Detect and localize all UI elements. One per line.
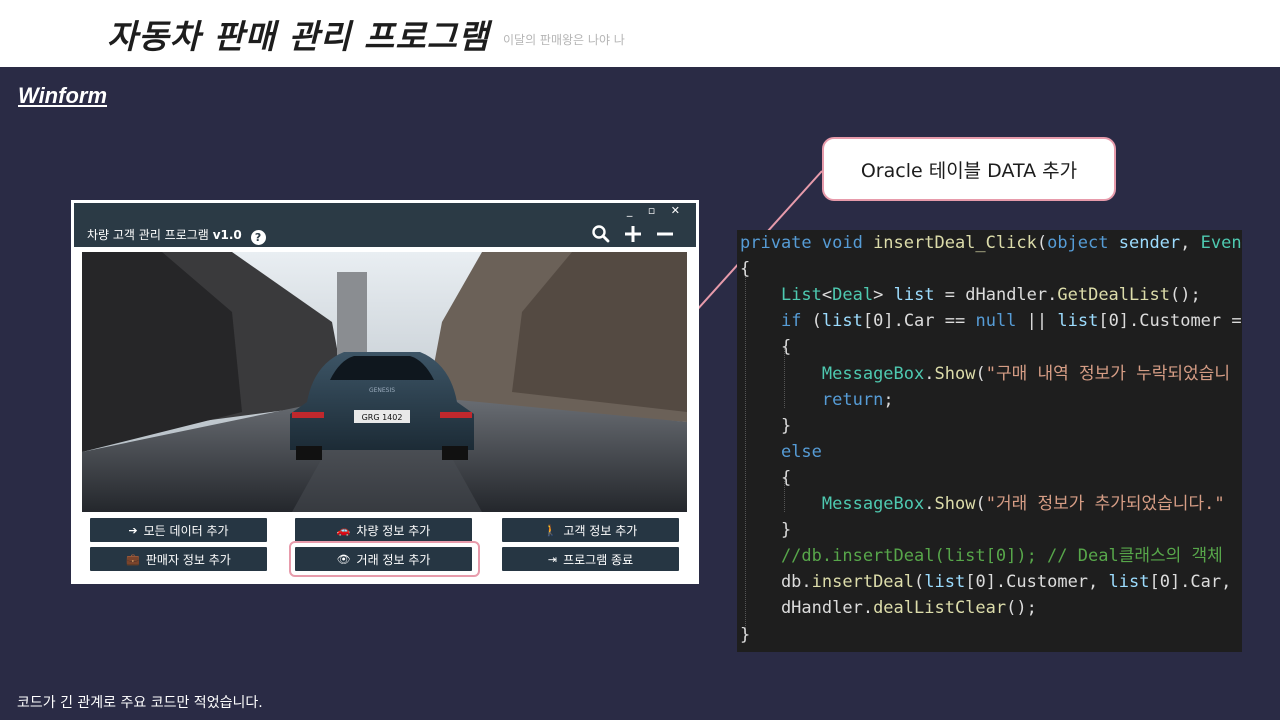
window-version: v1.0 (212, 228, 242, 242)
window-titlebar: 차량 고객 관리 프로그램 v1.0 ? (74, 220, 696, 247)
briefcase-icon: 💼 (126, 552, 140, 566)
window-controls[interactable]: _ ▫ ✕ (627, 204, 686, 217)
car-badge: GENESIS (369, 387, 395, 394)
code-line: } (740, 520, 792, 541)
code-panel: private void insertDeal_Click(object sen… (737, 230, 1242, 652)
code-line: MessageBox.Show("거래 정보가 추가되었습니다." (821, 494, 1225, 514)
sign-out-icon: ⇥ (547, 552, 558, 566)
help-icon[interactable]: ? (250, 230, 266, 245)
code-line: dHandler.dealListClear(); (740, 598, 1037, 619)
code-line: private void insertDeal_Click(object sen… (740, 233, 1242, 253)
add-customer-info-button[interactable]: 🚶 고객 정보 추가 (502, 518, 679, 542)
code-line: db.insertDeal(list[0].Customer, list[0].… (740, 572, 1242, 593)
slide-title: 자동차 판매 관리 프로그램 (107, 17, 490, 56)
slide-subtitle: 이달의 판매왕은 나야 나 (503, 33, 625, 47)
code-line: } (740, 624, 751, 645)
deal-button-highlight (289, 541, 480, 577)
person-icon: 🚶 (543, 523, 558, 537)
car-photo: GRG 1402 GENESIS (82, 252, 687, 512)
code-line: } (740, 415, 792, 436)
code-line: MessageBox.Show("구매 내역 정보가 누락되었습니 (821, 363, 1230, 384)
search-icon[interactable] (590, 223, 612, 245)
footer-note: 코드가 긴 관계로 주요 코드만 적었습니다. (17, 695, 263, 711)
slide-header: 자동차 판매 관리 프로그램 이달의 판매왕은 나야 나 (0, 0, 1280, 67)
window-title: 차량 고객 관리 프로그램 v1.0 ? (87, 226, 266, 245)
code-line: //db.insertDeal(list[0]); // Deal클래스의 객체 (740, 546, 1233, 567)
car-icon: 🚗 (336, 523, 351, 537)
add-seller-info-button[interactable]: 💼 판매자 정보 추가 (90, 547, 267, 571)
code-line: { (740, 467, 792, 488)
section-label: Winform (18, 83, 108, 108)
code-line: if (list[0].Car == null || list[0].Custo… (780, 311, 1242, 332)
window-topbar: _ ▫ ✕ (74, 203, 696, 220)
license-plate: GRG 1402 (362, 413, 403, 422)
code-line: return; (821, 389, 894, 410)
callout-box: Oracle 테이블 DATA 추가 (822, 137, 1116, 201)
minus-icon[interactable] (654, 223, 676, 245)
code-line: else (780, 441, 822, 462)
exit-program-button[interactable]: ⇥ 프로그램 종료 (502, 547, 679, 571)
window-title-text: 차량 고객 관리 프로그램 (87, 228, 209, 242)
code-line: { (740, 259, 751, 280)
plus-icon[interactable] (622, 223, 644, 245)
code-line: List<Deal> list = dHandler.GetDealList()… (780, 285, 1201, 306)
add-car-info-button[interactable]: 🚗 차량 정보 추가 (295, 518, 472, 542)
add-all-data-button[interactable]: ➔ 모든 데이터 추가 (90, 518, 267, 542)
code-line: { (740, 337, 792, 358)
sign-in-icon: ➔ (128, 523, 138, 537)
